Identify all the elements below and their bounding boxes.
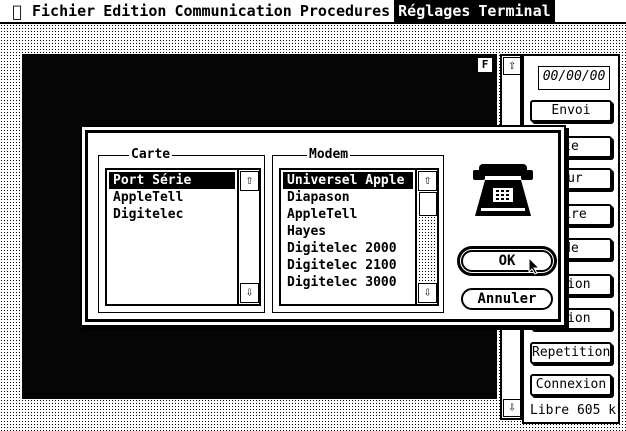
modem-list[interactable]: Universel Apple Diapason AppleTell Hayes… [279,168,439,306]
menu-bar:  Fichier Edition Communication Procedur… [0,0,626,24]
modem-item[interactable]: Digitelec 2100 [283,257,413,274]
scroll-up-arrow-icon[interactable]: ⇧ [503,57,521,75]
telephone-icon [473,164,533,216]
carte-item[interactable]: Port Série [109,172,235,189]
modem-title: Modem [307,147,351,163]
scroll-up-arrow-icon[interactable]: ⇧ [418,171,437,191]
modem-item[interactable]: Diapason [283,189,413,206]
scroll-down-arrow-icon[interactable]: ⇩ [503,399,521,417]
carte-item[interactable]: AppleTell [109,189,235,206]
settings-dialog: Carte Port Série AppleTell Digitelec ⇧ ⇩… [80,125,566,327]
date-display: 00/00/00 [538,66,610,90]
scroll-down-arrow-icon[interactable]: ⇩ [418,283,437,303]
modem-item[interactable]: AppleTell [283,206,413,223]
menu-terminal[interactable]: Terminal [474,0,555,22]
carte-list[interactable]: Port Série AppleTell Digitelec ⇧ ⇩ [105,168,261,306]
carte-scrollbar[interactable]: ⇧ ⇩ [237,170,259,304]
scroll-thumb[interactable] [419,192,437,216]
carte-title: Carte [129,147,173,163]
scroll-down-arrow-icon[interactable]: ⇩ [240,283,259,303]
dialog-frame: Carte Port Série AppleTell Digitelec ⇧ ⇩… [85,130,561,322]
menu-communication[interactable]: Communication [170,0,295,22]
mouse-pointer-icon [528,257,541,275]
modem-item[interactable]: Digitelec 2000 [283,240,413,257]
modem-item[interactable]: Universel Apple [283,172,413,189]
menu-procedures[interactable]: Procedures [296,0,394,22]
apple-menu-icon[interactable]:  [6,2,28,21]
menu-fichier[interactable]: Fichier [28,0,99,22]
modem-scrollbar[interactable]: ⇧ ⇩ [415,170,437,304]
carte-group: Carte Port Série AppleTell Digitelec ⇧ ⇩ [98,147,265,313]
menu-edition[interactable]: Edition [99,0,170,22]
envoi-button[interactable]: Envoi [530,100,612,122]
modem-group: Modem Universel Apple Diapason AppleTell… [272,147,444,313]
repetition-button[interactable]: Repetition [530,342,612,364]
carte-item[interactable]: Digitelec [109,206,235,223]
menu-reglages[interactable]: Réglages [394,0,475,22]
scroll-track[interactable] [418,192,437,282]
cancel-button[interactable]: Annuler [461,288,553,310]
terminal-marker: F [478,58,492,72]
connexion-button[interactable]: Connexion [530,374,612,396]
free-space-label: Libre 605 k [530,403,617,418]
scroll-up-arrow-icon[interactable]: ⇧ [240,171,259,191]
modem-item[interactable]: Hayes [283,223,413,240]
modem-item[interactable]: Digitelec 3000 [283,274,413,291]
